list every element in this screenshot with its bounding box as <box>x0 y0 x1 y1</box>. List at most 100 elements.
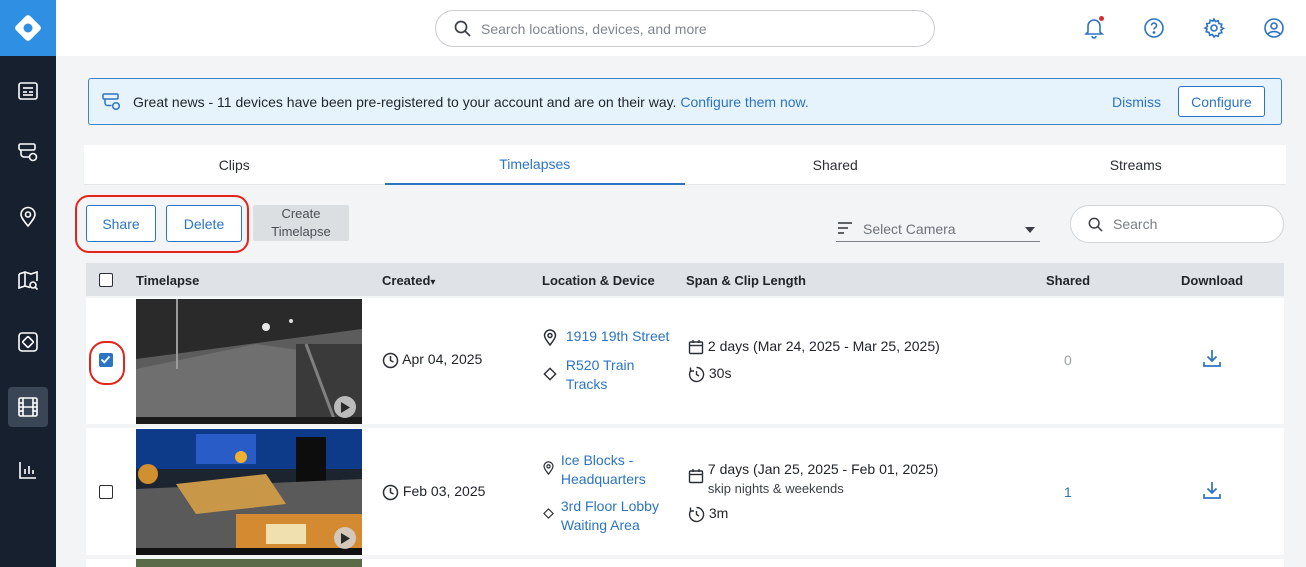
shared-count-link[interactable]: 1 <box>1064 484 1072 500</box>
clip-length-text: 3m <box>708 505 729 521</box>
device-name-line1: 3rd Floor Lobby <box>560 498 659 514</box>
timelapse-thumbnail[interactable] <box>136 559 362 567</box>
hub-icon <box>18 332 38 352</box>
table-header: Timelapse Created▾ Location & Device Spa… <box>86 263 1284 296</box>
play-button[interactable] <box>334 396 356 418</box>
global-search-input[interactable] <box>481 20 901 37</box>
camera-select[interactable]: Select Camera <box>836 216 1040 242</box>
sidebar-item-clips[interactable] <box>8 387 48 427</box>
download-icon <box>1203 350 1221 367</box>
global-search[interactable] <box>435 10 935 47</box>
row-checkbox[interactable] <box>99 353 113 367</box>
account-button[interactable] <box>1262 16 1286 40</box>
help-button[interactable] <box>1142 16 1166 40</box>
tab-timelapses[interactable]: Timelapses <box>384 145 685 185</box>
table-row[interactable] <box>86 559 1284 567</box>
location-link[interactable]: 1919 19th Street <box>566 328 670 344</box>
table-row[interactable]: Feb 03, 2025 Ice Blocks - Headquarters 3r… <box>86 428 1284 555</box>
top-header <box>56 0 1306 56</box>
banner-message-text: Great news - 11 devices have been pre-re… <box>133 94 677 110</box>
sidebar-item-devices[interactable] <box>8 132 48 172</box>
notifications-button[interactable] <box>1082 16 1106 40</box>
timelapse-search[interactable] <box>1070 205 1284 243</box>
created-date: Feb 03, 2025 <box>402 483 486 499</box>
clip-length-cell: 30s <box>688 365 731 383</box>
settings-button[interactable] <box>1202 16 1226 40</box>
camera-device-icon <box>18 143 38 162</box>
map-pin-icon <box>543 461 554 475</box>
tab-streams[interactable]: Streams <box>985 145 1286 185</box>
sidebar-item-dashboard[interactable] <box>8 71 48 111</box>
camera-device-icon <box>102 93 121 111</box>
share-button[interactable]: Share <box>86 205 156 242</box>
download-button[interactable] <box>1202 480 1222 503</box>
sidebar-item-map-search[interactable] <box>8 260 48 300</box>
clip-length-cell: 3m <box>688 505 728 523</box>
brand-logo[interactable] <box>0 0 56 56</box>
location-cell: 1919 19th Street <box>542 328 669 346</box>
location-link[interactable]: Ice Blocks - Headquarters <box>561 451 646 489</box>
help-icon <box>1144 18 1164 38</box>
device-link[interactable]: R520 Train Tracks <box>566 356 634 394</box>
dismiss-link[interactable]: Dismiss <box>1112 94 1161 110</box>
span-text: 7 days (Jan 25, 2025 - Feb 01, 2025) <box>707 461 939 477</box>
device-diamond-icon <box>543 367 557 381</box>
calendar-icon <box>688 469 704 484</box>
device-cell: 3rd Floor Lobby Waiting Area <box>542 497 659 535</box>
create-timelapse-button[interactable]: Create Timelapse <box>253 205 349 241</box>
notification-dot <box>1099 16 1104 21</box>
calendar-icon <box>688 340 704 355</box>
camera-select-placeholder: Select Camera <box>863 220 956 237</box>
gear-icon <box>1203 17 1225 39</box>
caret-down-icon <box>1025 227 1035 233</box>
delete-button[interactable]: Delete <box>166 205 242 242</box>
column-header-timelapse: Timelapse <box>136 273 200 288</box>
column-header-created[interactable]: Created▾ <box>382 273 435 288</box>
timer-icon <box>688 506 705 522</box>
logo-icon <box>15 15 41 41</box>
play-icon <box>341 401 350 413</box>
sidebar-item-locations[interactable] <box>8 197 48 237</box>
clock-icon <box>382 484 399 501</box>
preregistered-devices-banner: Great news - 11 devices have been pre-re… <box>88 78 1282 125</box>
column-header-created-label: Created <box>382 273 431 288</box>
map-pin-icon <box>20 206 36 228</box>
film-icon <box>18 397 38 417</box>
location-cell: Ice Blocks - Headquarters <box>542 451 646 489</box>
device-link[interactable]: 3rd Floor Lobby Waiting Area <box>561 497 659 535</box>
user-icon <box>1264 18 1284 38</box>
download-button[interactable] <box>1202 348 1222 371</box>
sidebar-item-analytics[interactable] <box>8 450 48 490</box>
created-date: Apr 04, 2025 <box>402 351 483 367</box>
device-diamond-icon <box>543 508 554 519</box>
bar-chart-icon <box>19 462 36 479</box>
configure-now-link[interactable]: Configure them now. <box>680 94 808 110</box>
column-header-span: Span & Clip Length <box>686 273 806 288</box>
device-cell: R520 Train Tracks <box>542 356 634 394</box>
timelapse-search-input[interactable] <box>1113 216 1273 232</box>
sidebar-item-access[interactable] <box>8 322 48 362</box>
clock-icon <box>382 352 399 369</box>
download-icon <box>1203 482 1221 499</box>
span-note: skip nights & weekends <box>707 481 844 496</box>
dashboard-icon <box>18 82 38 100</box>
banner-message: Great news - 11 devices have been pre-re… <box>133 94 809 110</box>
tab-shared[interactable]: Shared <box>685 145 986 185</box>
device-name-line1: R520 Train <box>565 357 635 373</box>
map-pin-icon <box>543 329 557 346</box>
timer-icon <box>688 366 705 382</box>
created-cell: Feb 03, 2025 <box>382 483 485 501</box>
table-row[interactable]: Apr 04, 2025 1919 19th Street R520 Train… <box>86 298 1284 424</box>
sort-desc-icon: ▾ <box>430 277 436 288</box>
configure-button[interactable]: Configure <box>1178 86 1265 117</box>
filter-icon <box>838 222 852 234</box>
column-header-download: Download <box>1181 273 1244 288</box>
select-all-checkbox[interactable] <box>99 273 113 287</box>
timelapse-thumbnail[interactable] <box>136 299 362 424</box>
row-checkbox[interactable] <box>99 485 113 499</box>
tab-clips[interactable]: Clips <box>84 145 385 185</box>
checkmark-icon <box>100 355 111 364</box>
timelapse-thumbnail[interactable] <box>136 429 362 555</box>
play-button[interactable] <box>334 527 356 549</box>
lobby-thumbnail <box>136 429 362 555</box>
